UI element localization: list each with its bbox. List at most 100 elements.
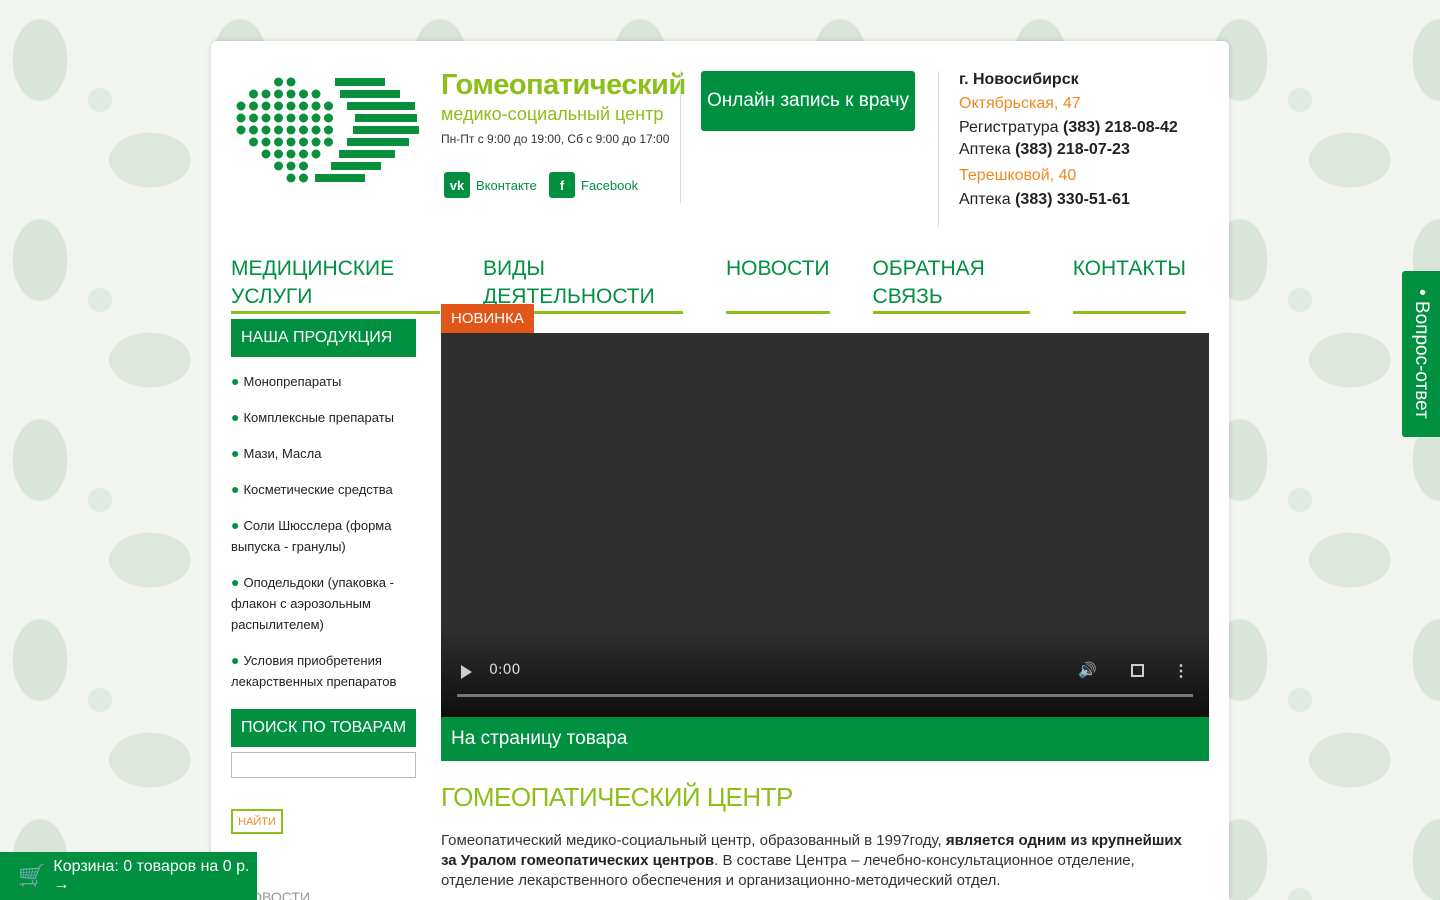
logo-dot: [261, 137, 271, 147]
to-product-link[interactable]: На страницу товара: [441, 717, 1209, 761]
working-hours: Пн-Пт с 9:00 до 19:00, Сб с 9:00 до 17:0…: [441, 132, 670, 146]
logo-dot: [236, 101, 246, 111]
logo-dot: [274, 161, 283, 171]
list-item-label: Комплексные препараты: [243, 410, 395, 425]
list-item-label: Условия приобретения лекарственных препа…: [231, 653, 397, 689]
logo-dot: [324, 113, 333, 123]
list-item[interactable]: ● Соли Шюсслера (форма выпуска - гранулы): [231, 515, 401, 557]
logo-dot: [286, 101, 296, 111]
new-badge: НОВИНКА: [441, 304, 534, 333]
intro-text: Гомеопатический медико-социальный центр,…: [441, 831, 1201, 891]
page-container: Гомеопатический медико-социальный центр …: [211, 41, 1229, 900]
logo-dot: [299, 113, 308, 123]
nav-item-contacts[interactable]: КОНТАКТЫ: [1072, 255, 1186, 314]
bullet-icon: ●: [231, 409, 240, 425]
facebook-icon: f: [549, 172, 575, 198]
faq-tab[interactable]: • Вопрос-ответ: [1402, 271, 1440, 437]
logo-dot: [274, 113, 283, 123]
cart-bar[interactable]: 🛒 Корзина: 0 товаров на 0 р. →: [0, 852, 257, 900]
vk-link[interactable]: vk Вконтакте: [444, 172, 537, 198]
logo-dot: [286, 137, 296, 147]
phone-number: (383) 218-08-42: [1063, 119, 1178, 136]
cart-icon: 🛒: [18, 863, 46, 888]
phone-number: (383) 218-07-23: [1015, 141, 1130, 158]
search-input[interactable]: [231, 752, 416, 778]
logo-dot: [274, 149, 283, 159]
list-item-label: Косметические средства: [243, 482, 393, 497]
list-item[interactable]: ● Монопрепараты: [231, 371, 401, 392]
logo-dot: [274, 137, 283, 147]
cart-label: Корзина: 0 товаров на 0 р. →: [53, 858, 250, 893]
vk-label: Вконтакте: [476, 177, 537, 193]
address-link[interactable]: Октябрьская, 47: [959, 95, 1178, 113]
logo-dot: [249, 89, 258, 99]
logo-dot: [324, 125, 333, 135]
logo-dot: [249, 113, 258, 123]
phone-label: Аптека: [959, 141, 1011, 158]
header-divider: [938, 71, 939, 227]
contacts-block: г. Новосибирск Октябрьская, 47 Регистрат…: [959, 71, 1178, 213]
nav-item-feedback[interactable]: ОБРАТНАЯ СВЯЗЬ: [872, 255, 1030, 314]
logo-dot: [249, 137, 258, 147]
list-item[interactable]: ● Оподельдоки (упаковка - флакон с аэрозо…: [231, 572, 401, 635]
list-item-label: Оподельдоки (упаковка - флакон с аэрозол…: [231, 575, 394, 632]
logo-dot: [311, 149, 321, 159]
facebook-link[interactable]: f Facebook: [549, 172, 638, 198]
logo-dot: [299, 101, 308, 111]
phone-number: (383) 330-51-61: [1015, 191, 1130, 208]
page-title: ГОМЕОПАТИЧЕСКИЙ ЦЕНТР: [441, 782, 793, 812]
logo-dot: [261, 101, 271, 111]
list-item[interactable]: ● Комплексные препараты: [231, 407, 401, 428]
list-item-label: Мази, Масла: [243, 446, 322, 461]
list-item-label: Монопрепараты: [243, 374, 342, 389]
list-item[interactable]: ● Условия приобретения лекарственных преп…: [231, 650, 401, 692]
address-link[interactable]: Терешковой, 40: [959, 167, 1178, 185]
phone-label: Аптека: [959, 191, 1011, 208]
fullscreen-icon[interactable]: [1131, 664, 1144, 677]
more-options-icon[interactable]: ⋮: [1173, 664, 1189, 680]
logo-dot: [311, 101, 321, 111]
search-heading: ПОИСК ПО ТОВАРАМ: [231, 709, 416, 747]
logo-dot: [311, 89, 321, 99]
video-player[interactable]: 0:00 🔊 ⋮: [441, 333, 1209, 717]
logo-dot: [274, 77, 283, 87]
logo-dot: [299, 173, 308, 183]
bullet-icon: ●: [231, 517, 240, 533]
logo-dot: [249, 101, 258, 111]
logo-dot: [299, 89, 308, 99]
logo-dot: [261, 89, 271, 99]
logo-dot: [286, 125, 296, 135]
logo-dot: [311, 125, 321, 135]
intro-text-part: Гомеопатический медико-социальный центр,…: [441, 832, 946, 849]
logo-dot: [261, 113, 271, 123]
search-button[interactable]: НАЙТИ: [231, 809, 283, 834]
logo-dot: [324, 101, 333, 111]
play-icon[interactable]: [461, 665, 472, 679]
nav-item-medical-services[interactable]: МЕДИЦИНСКИЕ УСЛУГИ: [231, 255, 441, 314]
list-item[interactable]: ● Косметические средства: [231, 479, 401, 500]
logo-dot: [236, 113, 246, 123]
facebook-label: Facebook: [581, 177, 639, 193]
bullet-icon: ●: [231, 445, 240, 461]
logo-dot: [274, 89, 283, 99]
phone-label: Регистратура: [959, 119, 1059, 136]
nav-item-news[interactable]: НОВОСТИ: [725, 255, 830, 314]
logo-dot: [286, 149, 296, 159]
bullet-icon: ●: [231, 574, 240, 590]
logo-dot: [261, 125, 271, 135]
products-list: ● Монопрепараты ● Комплексные препараты ● М…: [231, 371, 401, 707]
logo[interactable]: [235, 75, 421, 189]
brand-subtitle: медико-социальный центр: [441, 104, 664, 124]
list-item-label: Соли Шюсслера (форма выпуска - гранулы): [231, 518, 392, 554]
logo-dot: [286, 77, 296, 87]
logo-dot: [261, 149, 271, 159]
logo-dot: [274, 101, 283, 111]
list-item[interactable]: ● Мази, Масла: [231, 443, 401, 464]
volume-icon[interactable]: 🔊: [1078, 661, 1097, 679]
bullet-icon: ●: [231, 373, 240, 389]
logo-dot: [299, 125, 308, 135]
logo-dot: [311, 113, 321, 123]
logo-dot: [249, 125, 258, 135]
online-appointment-button[interactable]: Онлайн запись к врачу: [701, 71, 915, 131]
video-progress-bar[interactable]: [457, 694, 1193, 697]
